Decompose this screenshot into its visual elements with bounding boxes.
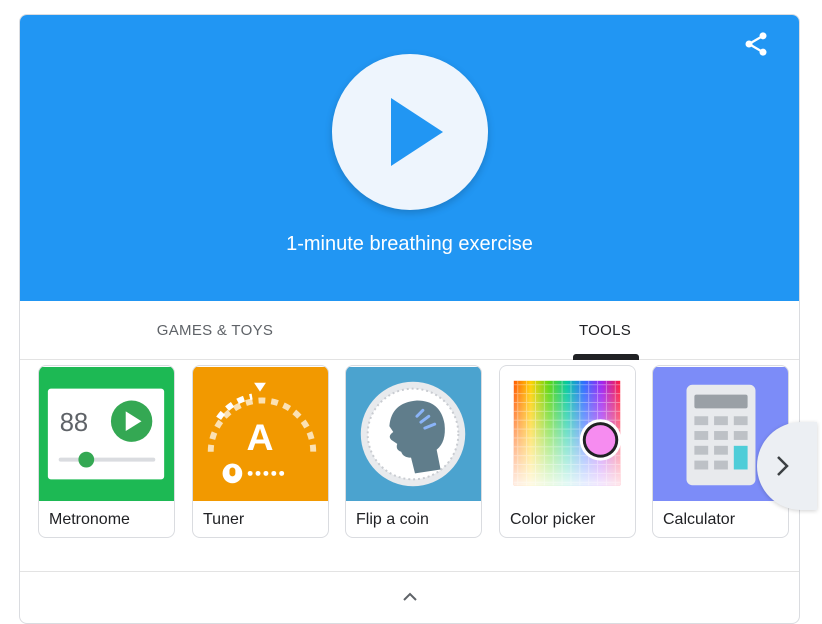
- play-button[interactable]: [332, 54, 488, 210]
- metronome-bpm: 88: [60, 409, 89, 437]
- color-picker-icon: [500, 366, 635, 502]
- tool-tile-flip-a-coin[interactable]: Flip a coin: [345, 365, 482, 538]
- tab-games-toys[interactable]: GAMES & TOYS: [110, 301, 320, 360]
- collapse-footer[interactable]: [20, 571, 799, 623]
- chevron-right-icon: [777, 456, 789, 476]
- tool-tile-color-picker[interactable]: Color picker: [499, 365, 636, 538]
- tuner-icon: A: [193, 366, 328, 502]
- selected-tab-indicator: [573, 354, 639, 360]
- coin-icon: [346, 366, 481, 502]
- share-icon: [745, 32, 767, 56]
- category-tabs: GAMES & TOYS TOOLS: [20, 301, 799, 360]
- carousel-next-button[interactable]: [757, 422, 817, 510]
- hero-banner: 1-minute breathing exercise: [20, 15, 799, 301]
- play-icon: [391, 98, 443, 166]
- tool-label: Metronome: [49, 511, 130, 528]
- tuner-note: A: [246, 416, 273, 458]
- tool-label: Calculator: [663, 511, 736, 528]
- tool-tile-metronome[interactable]: 88 Metronome: [38, 365, 175, 538]
- tool-label: Flip a coin: [356, 511, 429, 528]
- chevron-up-icon: [403, 592, 417, 601]
- tool-label: Tuner: [203, 511, 245, 528]
- exercise-title: 1-minute breathing exercise: [286, 233, 533, 255]
- metronome-icon: 88: [39, 366, 174, 502]
- tab-tools[interactable]: TOOLS: [540, 301, 670, 360]
- tool-tile-tuner[interactable]: A Tuner: [192, 365, 329, 538]
- tool-label: Color picker: [510, 511, 596, 528]
- share-button[interactable]: [742, 30, 770, 58]
